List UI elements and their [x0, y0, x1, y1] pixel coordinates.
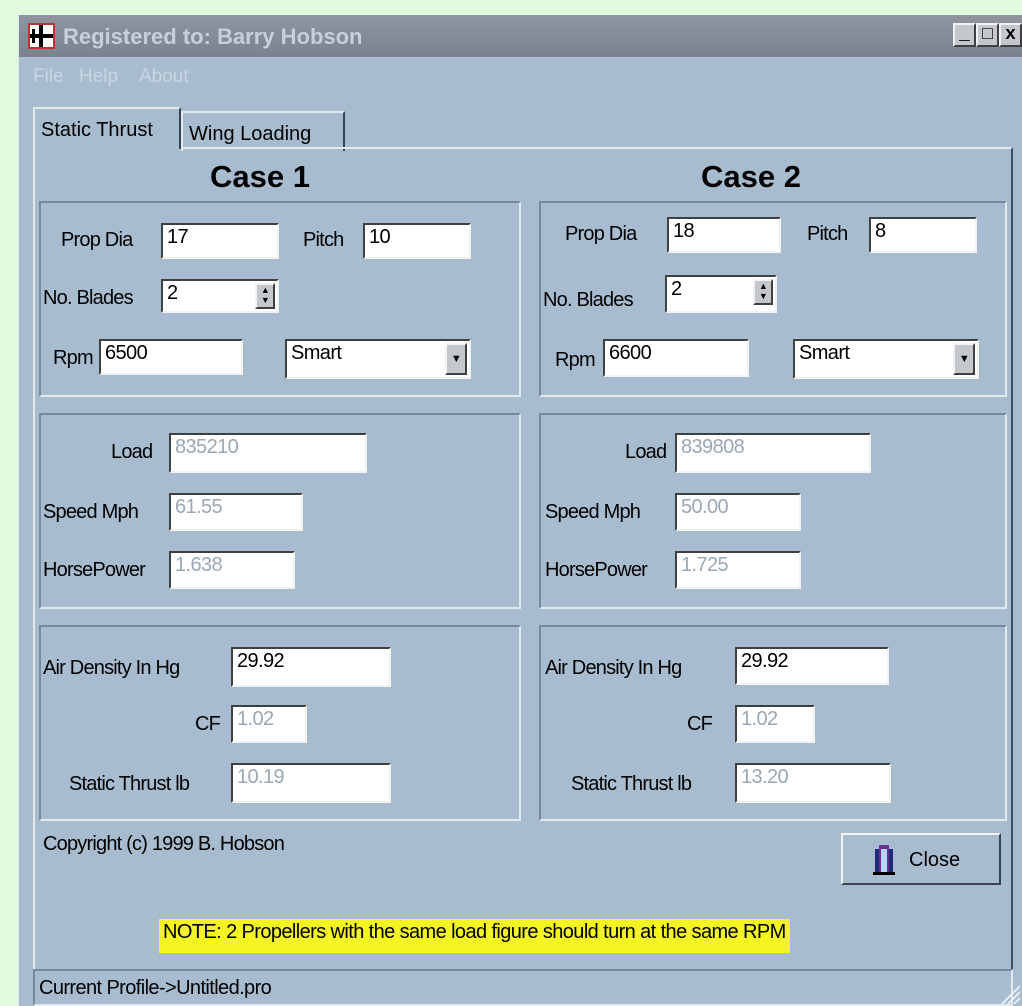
blades-stepper-case-1[interactable]: 2 ▲ ▼: [161, 279, 279, 313]
title-bar[interactable]: Registered to: Barry Hobson _ □ x: [19, 15, 1022, 57]
speed-value-case-1: 61.55: [169, 493, 303, 531]
chevron-down-icon[interactable]: ▼: [953, 343, 975, 375]
horsepower-value-case-1: 1.638: [169, 551, 295, 589]
case-1-input-group: Prop Dia 17 Pitch 10 No. Blades 2 ▲ ▼ Rpm…: [39, 201, 521, 397]
close-button-label: Close: [909, 849, 961, 871]
door-icon: [873, 845, 895, 875]
maximize-button[interactable]: □: [976, 23, 999, 47]
air-density-label: Air Density In Hg: [545, 657, 682, 679]
menu-about[interactable]: About: [139, 66, 189, 88]
load-value-case-2: 839808: [675, 433, 871, 473]
static-thrust-value-case-1: 10.19: [231, 763, 391, 803]
prop-type-value: Smart: [799, 342, 850, 364]
horsepower-label: HorsePower: [43, 559, 146, 581]
case-1-thrust-group: Air Density In Hg 29.92 CF 1.02 Static T…: [39, 625, 521, 821]
window-title: Registered to: Barry Hobson: [63, 24, 363, 49]
tab-static-thrust[interactable]: Static Thrust: [33, 107, 181, 149]
air-density-input-case-2[interactable]: 29.92: [735, 647, 889, 685]
prop-dia-label: Prop Dia: [565, 223, 637, 245]
load-label: Load: [625, 441, 667, 463]
load-label: Load: [111, 441, 153, 463]
air-density-input-case-1[interactable]: 29.92: [231, 647, 391, 687]
chevron-down-icon[interactable]: ▼: [445, 343, 467, 375]
rpm-label: Rpm: [555, 349, 596, 371]
case-2-input-group: Prop Dia 18 Pitch 8 No. Blades 2 ▲ ▼ Rpm …: [539, 201, 1007, 397]
menu-bar: File Help About: [19, 57, 1022, 97]
minimize-button[interactable]: _: [953, 23, 976, 47]
blades-label: No. Blades: [43, 287, 134, 309]
cf-value-case-1: 1.02: [231, 705, 307, 743]
note-banner: NOTE: 2 Propellers with the same load fi…: [159, 919, 790, 953]
speed-label: Speed Mph: [43, 501, 139, 523]
pitch-input-case-2[interactable]: 8: [869, 217, 977, 253]
rpm-input-case-1[interactable]: 6500: [99, 339, 243, 375]
case-2-thrust-group: Air Density In Hg 29.92 CF 1.02 Static T…: [539, 625, 1007, 821]
rpm-label: Rpm: [53, 347, 94, 369]
blades-label: No. Blades: [543, 289, 634, 311]
menu-file[interactable]: File: [33, 66, 64, 88]
case-1-title: Case 1: [210, 159, 310, 194]
resize-grip-icon[interactable]: [996, 980, 1021, 1005]
rpm-input-case-2[interactable]: 6600: [603, 339, 749, 377]
cf-label: CF: [195, 713, 221, 735]
pitch-label: Pitch: [807, 223, 848, 245]
case-1-output-group: Load 835210 Speed Mph 61.55 HorsePower 1…: [39, 413, 521, 609]
menu-help[interactable]: Help: [79, 66, 118, 88]
blades-value: 2: [167, 282, 178, 304]
load-value-case-1: 835210: [169, 433, 367, 473]
status-bar: Current Profile->Untitled.pro: [33, 969, 1013, 1006]
case-2-output-group: Load 839808 Speed Mph 50.00 HorsePower 1…: [539, 413, 1007, 609]
prop-dia-input-case-2[interactable]: 18: [667, 217, 781, 253]
spin-arrows-icon[interactable]: ▲ ▼: [753, 279, 773, 305]
pitch-input-case-1[interactable]: 10: [363, 223, 471, 259]
static-thrust-value-case-2: 13.20: [735, 763, 891, 803]
airplane-icon: [28, 23, 55, 49]
speed-value-case-2: 50.00: [675, 493, 801, 531]
prop-type-select-case-2[interactable]: Smart ▼: [793, 339, 979, 379]
cf-label: CF: [687, 713, 713, 735]
tab-wing-loading[interactable]: Wing Loading: [181, 111, 345, 151]
copyright-text: Copyright (c) 1999 B. Hobson: [43, 833, 285, 855]
app-window: Registered to: Barry Hobson _ □ x File H…: [18, 15, 1022, 1006]
static-thrust-label: Static Thrust lb: [571, 773, 692, 795]
prop-dia-label: Prop Dia: [61, 229, 133, 251]
spin-arrows-icon[interactable]: ▲ ▼: [255, 283, 275, 309]
static-thrust-label: Static Thrust lb: [69, 773, 190, 795]
blades-value: 2: [671, 278, 682, 300]
horsepower-label: HorsePower: [545, 559, 648, 581]
blades-stepper-case-2[interactable]: 2 ▲ ▼: [665, 275, 777, 313]
close-button[interactable]: Close: [841, 833, 1001, 885]
case-2-title: Case 2: [701, 159, 801, 194]
close-window-button[interactable]: x: [999, 23, 1022, 47]
prop-type-select-case-1[interactable]: Smart ▼: [285, 339, 471, 379]
speed-label: Speed Mph: [545, 501, 641, 523]
air-density-label: Air Density In Hg: [43, 657, 180, 679]
pitch-label: Pitch: [303, 229, 344, 251]
prop-dia-input-case-1[interactable]: 17: [161, 223, 279, 259]
prop-type-value: Smart: [291, 342, 342, 364]
horsepower-value-case-2: 1.725: [675, 551, 801, 589]
cf-value-case-2: 1.02: [735, 705, 815, 743]
